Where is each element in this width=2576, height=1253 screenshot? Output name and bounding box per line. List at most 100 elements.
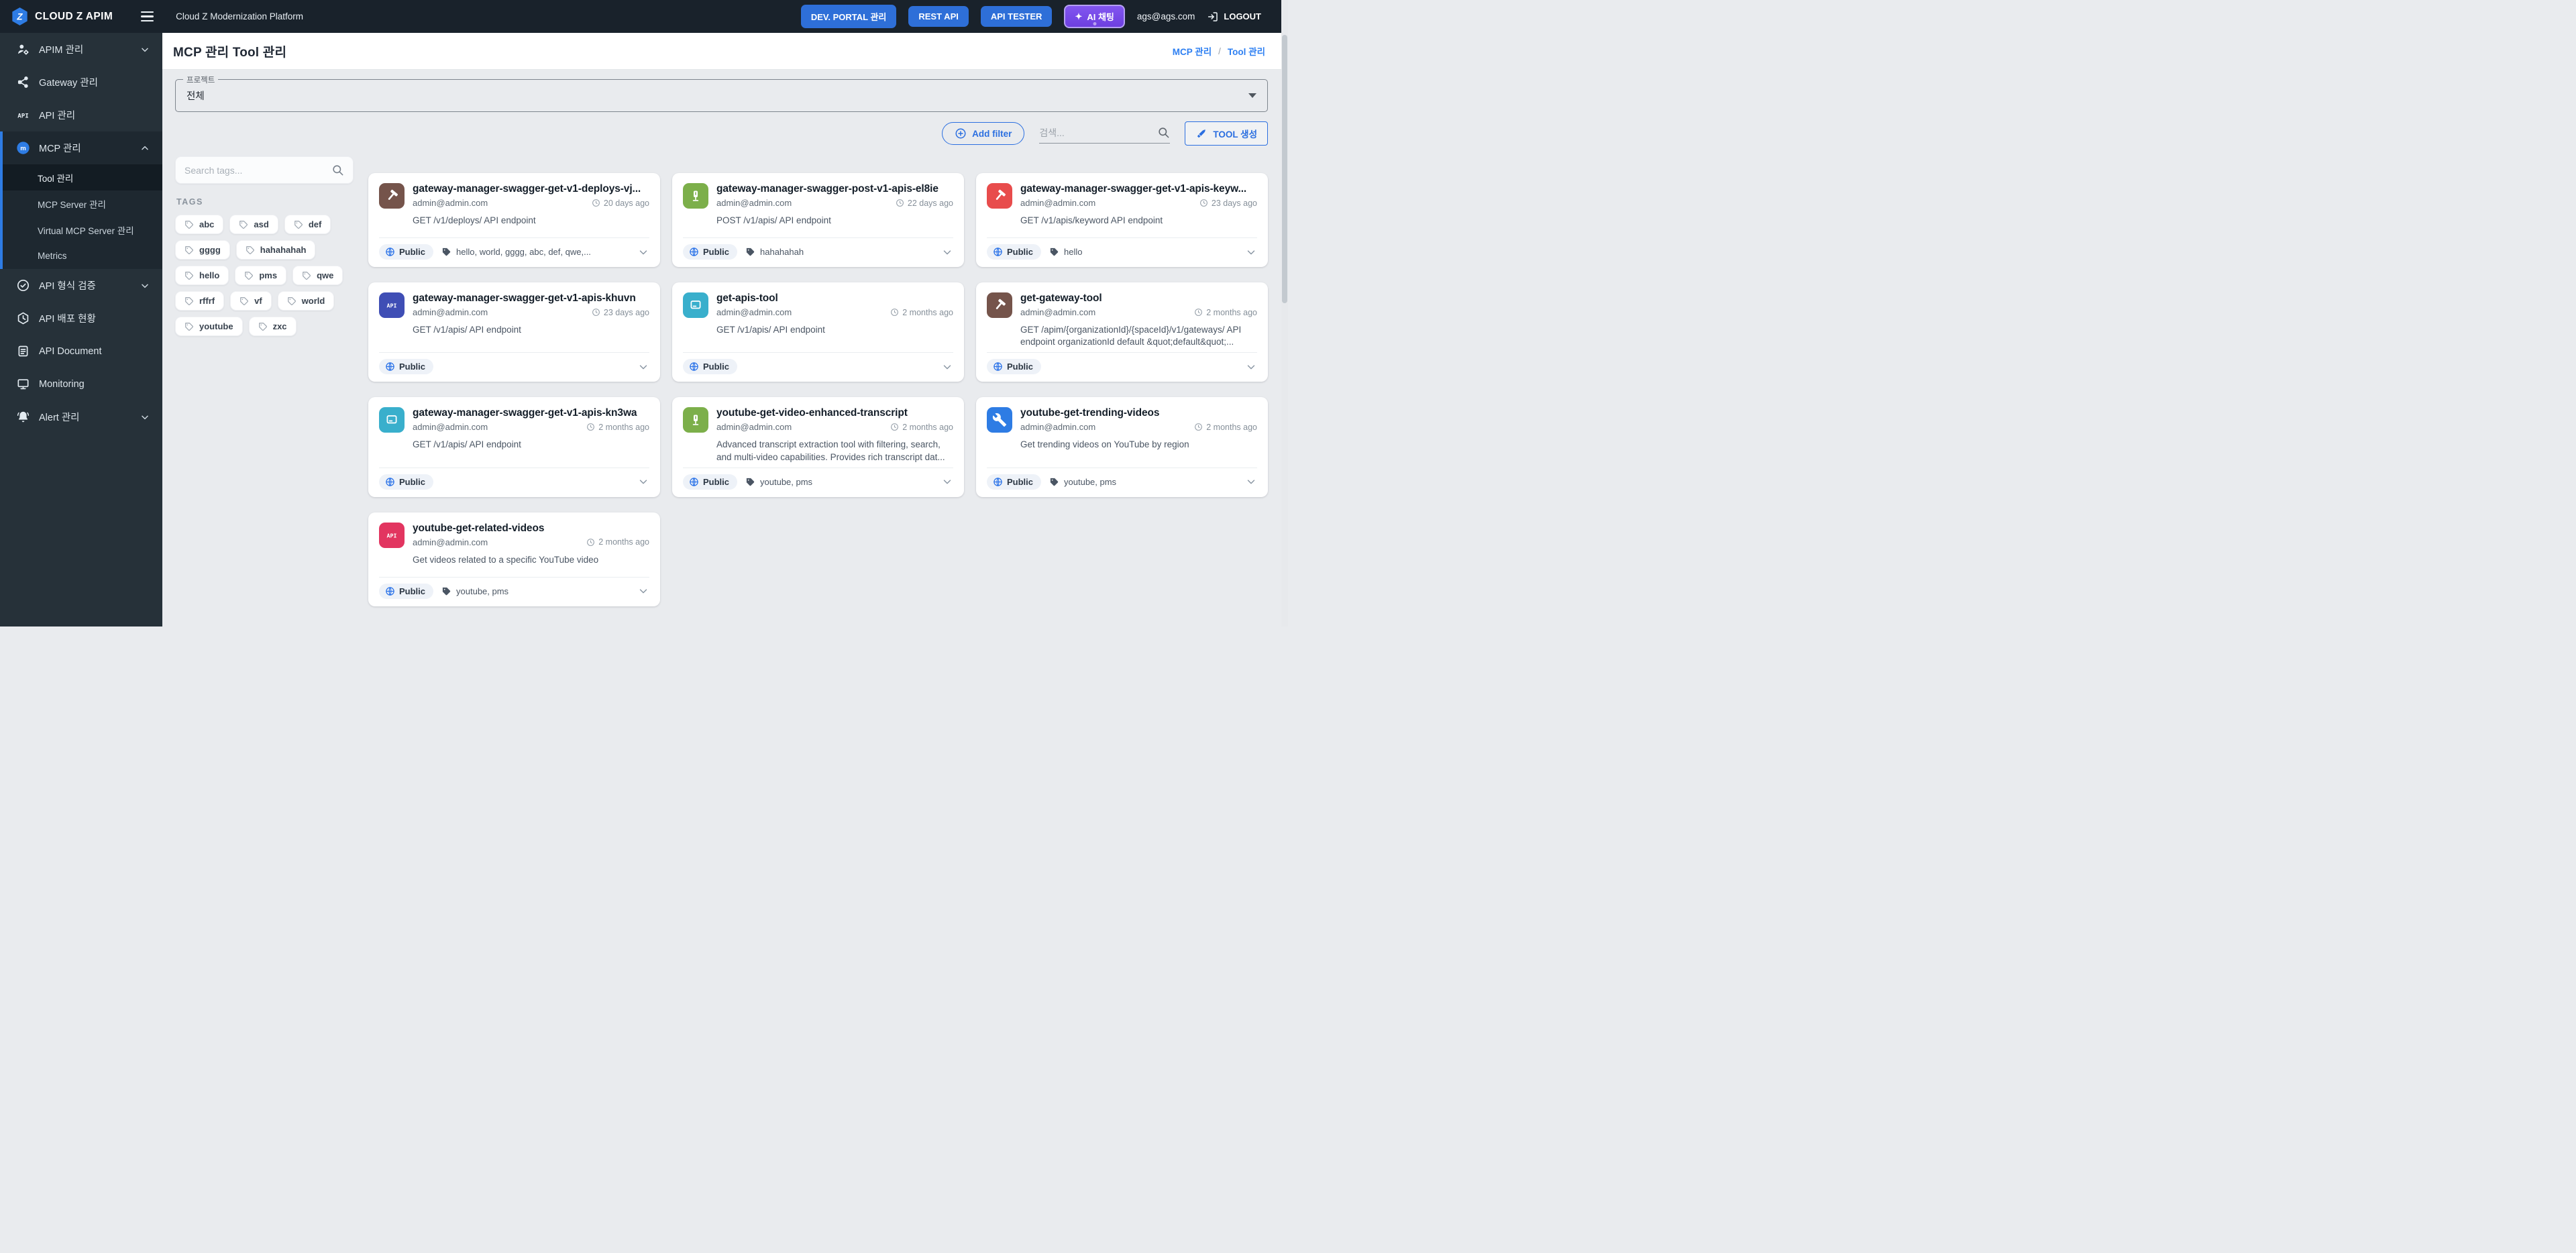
dev-portal-button[interactable]: DEV. PORTAL 관리 — [801, 5, 897, 28]
tag-search-input[interactable] — [184, 165, 331, 176]
card-expand-chevron-icon[interactable] — [1245, 476, 1257, 488]
tag-chip-asd[interactable]: asd — [229, 215, 278, 234]
sidebar-item-gateway-관리[interactable]: Gateway 관리 — [0, 66, 162, 99]
sidebar-item-mcp-관리[interactable]: m MCP 관리 — [3, 131, 162, 164]
breadcrumb-mcp-link[interactable]: MCP 관리 — [1173, 44, 1212, 58]
mcp-icon: m — [16, 141, 30, 155]
api-tester-button[interactable]: API TESTER — [981, 6, 1053, 27]
globe-icon — [385, 362, 395, 372]
hammer-icon — [379, 183, 405, 209]
sidebar-item-apim-관리[interactable]: APIM 관리 — [0, 33, 162, 66]
tool-card: gateway-manager-swagger-get-v1-deploys-v… — [368, 173, 660, 267]
tag-chip-hahahahah[interactable]: hahahahah — [236, 240, 316, 260]
tag-chip-zxc[interactable]: zxc — [249, 317, 297, 336]
svg-text:API: API — [17, 112, 29, 119]
tool-card-updated: 23 days ago — [592, 308, 649, 317]
tool-card-owner: admin@admin.com — [1020, 422, 1095, 432]
tool-search-input[interactable] — [1039, 127, 1157, 138]
rocket-icon — [1195, 128, 1207, 140]
card-expand-chevron-icon[interactable] — [637, 246, 649, 258]
tool-card-tags: hahahahah — [745, 247, 804, 257]
tag-chip-youtube[interactable]: youtube — [175, 317, 243, 336]
scrollbar-thumb[interactable] — [1282, 35, 1287, 303]
card-expand-chevron-icon[interactable] — [941, 361, 953, 373]
frame-icon — [379, 407, 405, 433]
sidebar-group-header-slot: m MCP 관리 — [3, 131, 162, 164]
search-icon[interactable] — [1157, 126, 1170, 139]
tag-chip-pms[interactable]: pms — [235, 266, 286, 285]
sidebar-item-api-배포-현황[interactable]: API 배포 현황 — [0, 302, 162, 335]
sidebar-item-api-형식-검증[interactable]: API 형식 검증 — [0, 269, 162, 302]
card-expand-chevron-icon[interactable] — [637, 361, 649, 373]
tool-card-tags: youtube, pms — [745, 477, 812, 487]
tool-card-title: gateway-manager-swagger-get-v1-deploys-v… — [413, 183, 649, 195]
project-select[interactable]: 프로젝트 전체 — [175, 79, 1268, 112]
svg-text:m: m — [20, 145, 26, 152]
tags-section-title: TAGS — [176, 197, 354, 207]
tool-card-description: GET /v1/apis/ API endpoint — [413, 439, 649, 451]
ai-chat-button[interactable]: ✦ AI 채팅 — [1064, 5, 1124, 28]
tool-card: youtube-get-trending-videos admin@admin.… — [976, 397, 1268, 496]
tag-icon — [294, 220, 303, 229]
sidebar-item-api-관리[interactable]: API API 관리 — [0, 99, 162, 131]
sidebar-item-api-document[interactable]: API Document — [0, 335, 162, 368]
card-expand-chevron-icon[interactable] — [941, 476, 953, 488]
add-filter-button[interactable]: Add filter — [942, 122, 1024, 145]
tag-chip-hello[interactable]: hello — [175, 266, 229, 285]
create-tool-button[interactable]: TOOL 생성 — [1185, 121, 1268, 146]
card-expand-chevron-icon[interactable] — [1245, 246, 1257, 258]
tool-card: youtube-get-video-enhanced-transcript ad… — [672, 397, 964, 496]
add-filter-label: Add filter — [972, 129, 1012, 139]
tool-card-description: Advanced transcript extraction tool with… — [716, 439, 953, 463]
frame-icon — [683, 292, 708, 318]
sidebar-subitem-virtual-mcp-server-관리[interactable]: Virtual MCP Server 관리 — [3, 217, 162, 243]
tag-chip-world[interactable]: world — [278, 291, 335, 311]
tool-card-title: youtube-get-related-videos — [413, 523, 649, 535]
tag-chip-abc[interactable]: abc — [175, 215, 223, 234]
tool-card-description: GET /v1/deploys/ API endpoint — [413, 215, 649, 227]
svg-text:API: API — [387, 302, 397, 309]
breadcrumb-tool-link[interactable]: Tool 관리 — [1228, 44, 1265, 58]
clock-icon — [1199, 199, 1208, 207]
titlebar: MCP 관리 Tool 관리 MCP 관리 / Tool 관리 — [162, 33, 1288, 70]
card-expand-chevron-icon[interactable] — [637, 585, 649, 597]
visibility-badge: Public — [987, 474, 1041, 490]
app-logo: Z CLOUD Z APIM — [11, 7, 113, 26]
tool-card-owner: admin@admin.com — [1020, 307, 1095, 317]
menu-toggle-icon[interactable] — [136, 7, 158, 27]
tag-chip-qwe[interactable]: qwe — [292, 266, 343, 285]
visibility-badge: Public — [379, 584, 433, 599]
sidebar-subitem-metrics[interactable]: Metrics — [3, 243, 162, 269]
tag-chip-gggg[interactable]: gggg — [175, 240, 230, 260]
tag-filled-icon — [441, 247, 451, 257]
logout-button[interactable]: LOGOUT — [1207, 11, 1261, 23]
card-expand-chevron-icon[interactable] — [941, 246, 953, 258]
select-caret-icon — [1248, 93, 1256, 98]
card-expand-chevron-icon[interactable] — [1245, 361, 1257, 373]
tag-icon — [287, 296, 297, 306]
tool-card-tags: youtube, pms — [441, 586, 508, 596]
globe-icon — [993, 477, 1003, 487]
tool-card-tags: hello, world, gggg, abc, def, qwe,... — [441, 247, 591, 257]
tag-search — [175, 156, 354, 184]
sidebar-item-alert-관리[interactable]: Alert 관리 — [0, 400, 162, 433]
tag-search-icon[interactable] — [331, 164, 344, 176]
tool-card-title: youtube-get-trending-videos — [1020, 407, 1257, 419]
tool-card-title: get-gateway-tool — [1020, 292, 1257, 305]
rest-api-button[interactable]: REST API — [908, 6, 968, 27]
clock-icon — [586, 423, 595, 431]
tag-chip-vf[interactable]: vf — [230, 291, 272, 311]
tag-chip-def[interactable]: def — [284, 215, 331, 234]
tag-icon — [246, 246, 255, 255]
sidebar-subitem-mcp-server-관리[interactable]: MCP Server 관리 — [3, 190, 162, 217]
check-circle-icon — [16, 278, 30, 292]
card-expand-chevron-icon[interactable] — [637, 476, 649, 488]
app-header: Z CLOUD Z APIM Cloud Z Modernization Pla… — [0, 0, 1288, 33]
tag-filled-icon — [1049, 477, 1059, 487]
clock-icon — [890, 423, 899, 431]
sidebar-item-monitoring[interactable]: Monitoring — [0, 368, 162, 400]
sidebar-subitem-tool-관리[interactable]: Tool 관리 — [3, 164, 162, 190]
tool-card-tags: hello — [1049, 247, 1082, 257]
tag-chip-rffrf[interactable]: rffrf — [175, 291, 224, 311]
content: 프로젝트 전체 Add filter — [162, 70, 1288, 606]
